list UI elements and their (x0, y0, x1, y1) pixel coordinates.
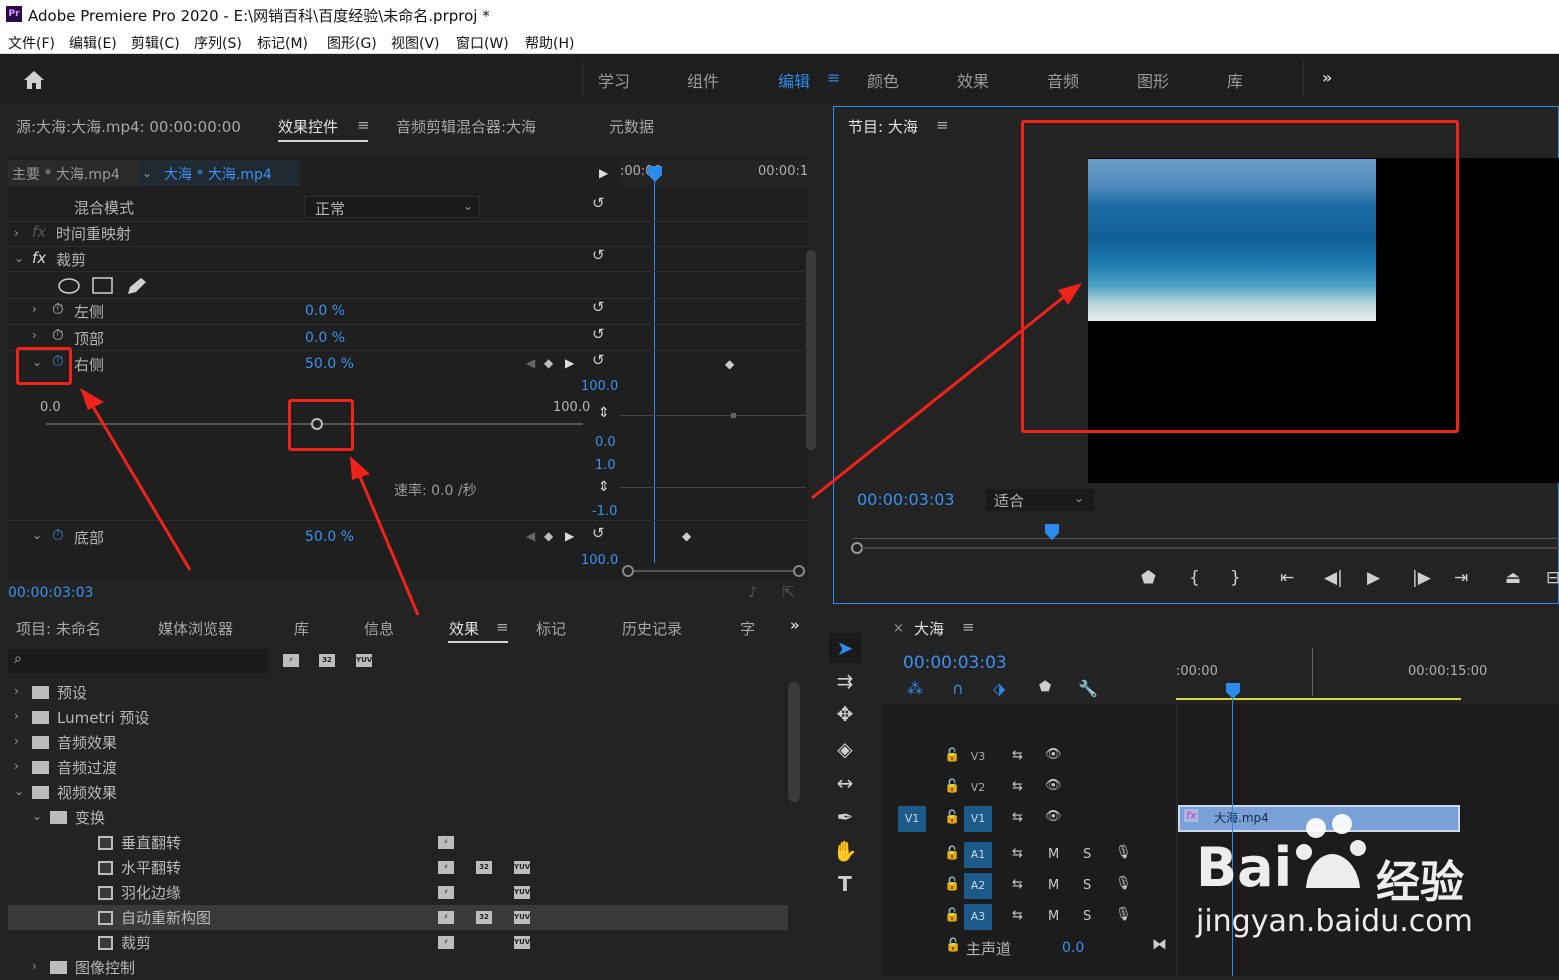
annotation-arrows (80, 283, 1082, 616)
